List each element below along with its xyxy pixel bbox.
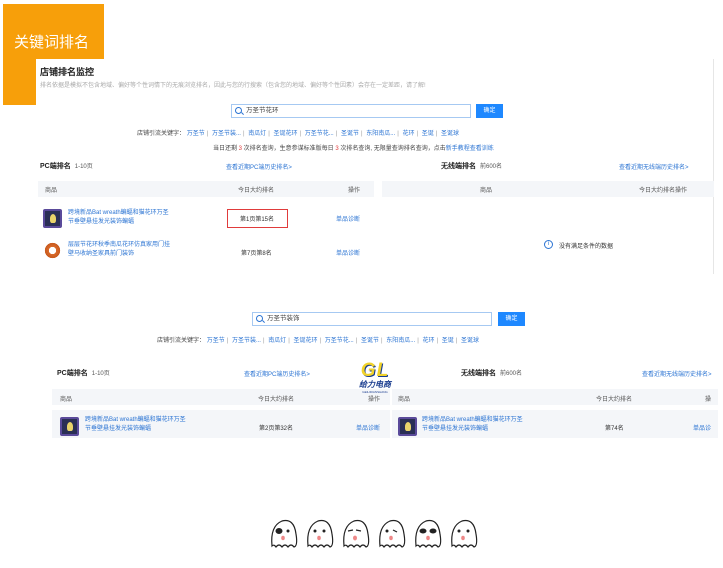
product-thumbnail[interactable]	[60, 417, 79, 436]
keyword-link[interactable]: 万圣节花...	[305, 131, 334, 137]
diagnose-link[interactable]: 单品诊断	[356, 423, 380, 432]
brand-logo: GL 给力电商 GEILIDIANSHANG	[338, 360, 412, 398]
panel-title: 店铺排名监控	[40, 67, 95, 77]
keyword-link[interactable]: 圣诞花环	[273, 131, 297, 137]
search-value: 万圣节花环	[246, 107, 279, 114]
empty-message: 没有满足条件的数据	[559, 244, 614, 250]
rank-value: 第2页第32名	[259, 426, 294, 432]
diagnose-link[interactable]: 单品诊断	[336, 214, 360, 223]
keyword-link[interactable]: 南瓜灯	[248, 131, 266, 137]
wireless-rank-heading: 无线端排名 前600名	[461, 368, 522, 378]
keyword-link[interactable]: 万圣节花...	[325, 338, 354, 344]
logo-text: 给力电商	[359, 380, 391, 389]
pc-rank-heading: PC端排名 1-10页	[40, 161, 93, 171]
keyword-link[interactable]: 万圣节	[207, 338, 225, 344]
rank-value: 第7页第8名	[241, 251, 272, 257]
keyword-link[interactable]: 圣诞节	[361, 338, 379, 344]
ghost-decoration	[271, 519, 478, 549]
pc-rank-title: PC端排名	[57, 370, 88, 377]
search-input[interactable]: 万圣节花环	[231, 104, 471, 118]
keyword-link[interactable]: 万圣节	[187, 131, 205, 137]
notice-text: 次排名查询, 无限量查询排名查询，点击	[338, 146, 446, 152]
keyword-link[interactable]: 万圣节装...	[232, 338, 261, 344]
ghost-icon	[379, 519, 406, 549]
rank-value: 第1页第15名	[240, 217, 275, 223]
product-name-link[interactable]: 层层节花环秋季南瓜花环仿真家用门挂壁马收纳圣家具前门装饰	[68, 241, 173, 259]
ghost-icon	[343, 519, 370, 549]
diagnose-link[interactable]: 单品诊	[693, 423, 711, 432]
ghost-icon	[307, 519, 334, 549]
col-product: 商品	[45, 188, 58, 194]
col-rank-action: 今日大约排名操作	[639, 188, 688, 194]
pc-rank-range: 1-10页	[91, 371, 110, 377]
pc-rank-range: 1-10页	[74, 164, 93, 170]
confirm-button[interactable]: 确定	[476, 104, 503, 118]
keyword-link[interactable]: 花环	[422, 338, 434, 344]
keyword-link[interactable]: 万圣节装...	[212, 131, 241, 137]
panel-subtitle: 排名依据是模拟不包含地域、偏好等个性词情下的无痕浏览排名，因此与您的行搜索（包含…	[40, 83, 426, 89]
wireless-history-link[interactable]: 查看近期无线端历史排名>	[619, 162, 689, 171]
keyword-link[interactable]: 东阳南瓜...	[366, 131, 395, 137]
col-product: 商品	[480, 188, 493, 194]
keyword-link[interactable]: 圣诞花环	[293, 338, 317, 344]
pc-rank-title: PC端排名	[40, 163, 71, 170]
query-notice: 当日还剩 3 次排名查询，生意参谋标准版每日 3 次排名查询, 无限量查询排名查…	[213, 143, 494, 152]
keyword-link[interactable]: 圣诞节	[341, 131, 359, 137]
notice-text: 当日还剩	[213, 146, 239, 152]
search-icon	[235, 107, 242, 114]
rank-value: 第74名	[605, 426, 624, 432]
pc-rank-heading: PC端排名 1-10页	[57, 368, 110, 378]
info-icon: i	[544, 240, 553, 249]
wireless-table-header	[392, 389, 718, 405]
keyword-link[interactable]: 花环	[402, 131, 414, 137]
col-action: 操	[705, 397, 712, 403]
wireless-rank-title: 无线端排名	[461, 370, 496, 377]
wireless-rank-heading: 无线端排名 前600名	[441, 161, 502, 171]
product-thumbnail[interactable]	[43, 209, 62, 228]
notice-text: 次排名查询，生意参谋标准版每日	[242, 146, 336, 152]
ghost-icon	[415, 519, 442, 549]
product-name-link[interactable]: 跨境新品Bat wreath蝙蝠和猫花环万圣节垂壁悬挂发光装饰蝙蝠	[68, 209, 173, 227]
keyword-link[interactable]: 圣诞球	[441, 131, 459, 137]
keyword-link[interactable]: 圣诞	[422, 131, 434, 137]
wireless-rank-title: 无线端排名	[441, 163, 476, 170]
keyword-bar: 店铺引流关键字： 万圣节 | 万圣节装... | 南瓜灯 | 圣诞花环 | 万圣节花..…	[157, 338, 479, 344]
keyword-link[interactable]: 南瓜灯	[268, 338, 286, 344]
keyword-link[interactable]: 圣诞球	[461, 338, 479, 344]
keyword-prefix: 店铺引流关键字：	[137, 131, 186, 137]
pc-history-link[interactable]: 查看近期PC端历史排名>	[244, 369, 310, 378]
ghost-icon	[271, 519, 298, 549]
col-action: 操作	[348, 188, 361, 194]
logo-tagline: GEILIDIANSHANG	[362, 390, 388, 394]
product-thumbnail[interactable]	[398, 417, 417, 436]
keyword-link[interactable]: 圣诞	[442, 338, 454, 344]
keyword-link[interactable]: 东阳南瓜...	[386, 338, 415, 344]
wireless-rank-range: 前600名	[480, 164, 503, 170]
logo-mark: GL	[360, 360, 390, 381]
wireless-rank-range: 前600名	[500, 371, 523, 377]
col-rank: 今日大约排名	[596, 397, 633, 403]
wireless-history-link[interactable]: 查看近期无线端历史排名>	[642, 369, 712, 378]
pc-table-header	[38, 181, 374, 197]
keyword-bar: 店铺引流关键字： 万圣节 | 万圣节装... | 南瓜灯 | 圣诞花环 | 万圣节花..…	[137, 131, 459, 137]
search-icon	[256, 315, 263, 322]
tutorial-link[interactable]: 新手教程查看训练	[446, 146, 494, 152]
pc-history-link[interactable]: 查看近期PC端历史排名>	[226, 162, 292, 171]
product-name-link[interactable]: 跨境新品Bat wreath蝙蝠和猫花环万圣节垂壁悬挂发光装饰蝙蝠	[422, 416, 527, 434]
badge-label: 关键词排名	[14, 34, 90, 51]
col-rank: 今日大约排名	[238, 188, 275, 194]
keyword-prefix: 店铺引流关键字：	[157, 338, 206, 344]
search-value: 万圣节装饰	[267, 315, 300, 322]
product-thumbnail[interactable]	[43, 241, 62, 260]
diagnose-link[interactable]: 单品诊断	[336, 248, 360, 257]
col-product: 商品	[60, 397, 73, 403]
confirm-button[interactable]: 确定	[498, 312, 525, 326]
ghost-icon	[451, 519, 478, 549]
col-rank: 今日大约排名	[258, 397, 295, 403]
search-input[interactable]: 万圣节装饰	[252, 312, 492, 326]
product-name-link[interactable]: 跨境新品Bat wreath蝙蝠和猫花环万圣节垂壁悬挂发光装饰蝙蝠	[85, 416, 190, 434]
